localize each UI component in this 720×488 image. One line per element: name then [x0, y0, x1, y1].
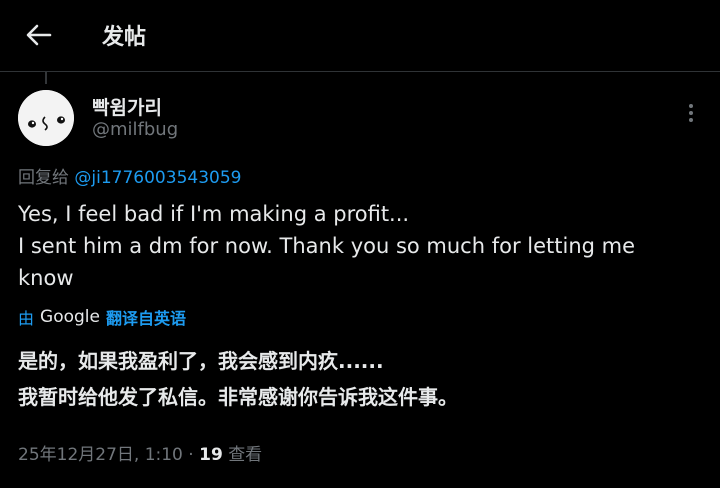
translate-by-label: 由 [18, 309, 35, 328]
post-text-line: I sent him a dm for now. Thank you so mu… [18, 234, 636, 258]
arrow-left-icon [26, 24, 52, 46]
more-vertical-icon [689, 104, 693, 108]
post-text-line: Yes, I feel bad if I'm making a profit..… [18, 202, 410, 226]
more-dot [689, 118, 693, 122]
back-button[interactable] [18, 16, 60, 54]
views-label: 查看 [228, 445, 263, 465]
more-options-button[interactable] [679, 100, 703, 126]
translated-text: 是的，如果我盈利了，我会感到内疚...... 我暂时给他发了私信。非常感谢你告诉… [18, 343, 698, 415]
avatar-face-icon [18, 90, 74, 146]
post-text-line: know [18, 266, 74, 290]
page-title: 发帖 [102, 25, 147, 50]
meta-separator: · [182, 445, 200, 465]
post-timestamp[interactable]: 25年12月27日, 1:10 [18, 445, 183, 465]
translate-source-link[interactable]: 翻译自英语 [106, 305, 186, 329]
reply-context: 回复给 @ji1776003543059 [18, 163, 241, 188]
post-meta: 25年12月27日, 1:10 · 19 查看 [18, 440, 262, 465]
translated-line: 我暂时给他发了私信。非常感谢你告诉我这件事。 [18, 385, 458, 409]
reply-to-mention[interactable]: @ji1776003543059 [74, 168, 241, 188]
author-display-name[interactable]: 빡윔가리 [92, 93, 162, 120]
google-logo: Google [40, 307, 100, 327]
translation-attribution: 由 Google 翻译自英语 [18, 305, 186, 329]
post-text: Yes, I feel bad if I'm making a profit..… [18, 198, 698, 294]
author-handle[interactable]: @milfbug [92, 119, 178, 140]
thread-connector-line [45, 72, 47, 84]
avatar[interactable] [18, 90, 74, 146]
top-bar: 发帖 [0, 0, 720, 72]
reply-prefix: 回复给 [18, 168, 69, 188]
view-count[interactable]: 19 [199, 445, 223, 465]
translated-line: 是的，如果我盈利了，我会感到内疚...... [18, 349, 384, 373]
more-dot [689, 111, 693, 115]
